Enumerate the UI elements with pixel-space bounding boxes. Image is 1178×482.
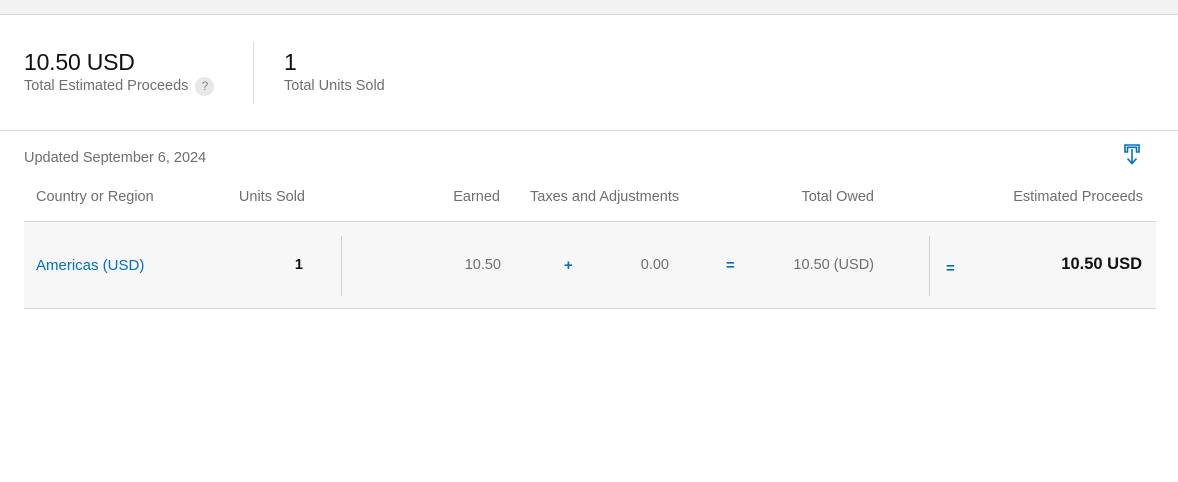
plus-operator: + [564,257,573,274]
col-header-region: Country or Region [36,189,154,205]
col-header-units: Units Sold [238,189,305,205]
updated-timestamp: Updated September 6, 2024 [24,150,207,166]
download-icon[interactable] [1122,143,1142,167]
help-icon[interactable]: ? [195,76,215,96]
region-link[interactable]: Americas (USD) [36,257,144,274]
col-header-earned: Earned [453,189,500,205]
proceeds-value: 10.50 USD [24,49,135,75]
earned-cell: 10.50 [464,257,501,273]
proceeds-cell: 10.50 USD [1061,255,1142,273]
equals-operator-2: = [946,260,955,277]
units-label: Total Units Sold [284,78,385,94]
equals-operator: = [726,257,735,274]
row-divider-right [929,236,930,296]
col-header-total-owed: Total Owed [801,189,874,205]
units-cell: 1 [294,257,303,273]
col-header-proceeds: Estimated Proceeds [1013,189,1143,205]
total-owed-cell: 10.50 (USD) [793,257,874,273]
taxes-cell: 0.00 [640,257,669,273]
units-value: 1 [284,49,297,75]
stat-divider [253,42,254,104]
row-divider-left [341,236,342,296]
proceeds-stat: 10.50 USD Total Estimated Proceeds ? [24,49,215,96]
units-stat: 1 Total Units Sold [284,49,385,96]
proceeds-label: Total Estimated Proceeds [24,78,189,94]
top-strip [0,0,1178,15]
proceeds-label-wrap: Total Estimated Proceeds ? [24,76,215,96]
table-row: Americas (USD) 1 10.50 + 0.00 = 10.50 (U… [24,222,1156,309]
summary-panel: 10.50 USD Total Estimated Proceeds ? 1 T… [0,15,1178,131]
col-header-taxes: Taxes and Adjustments [530,189,680,205]
